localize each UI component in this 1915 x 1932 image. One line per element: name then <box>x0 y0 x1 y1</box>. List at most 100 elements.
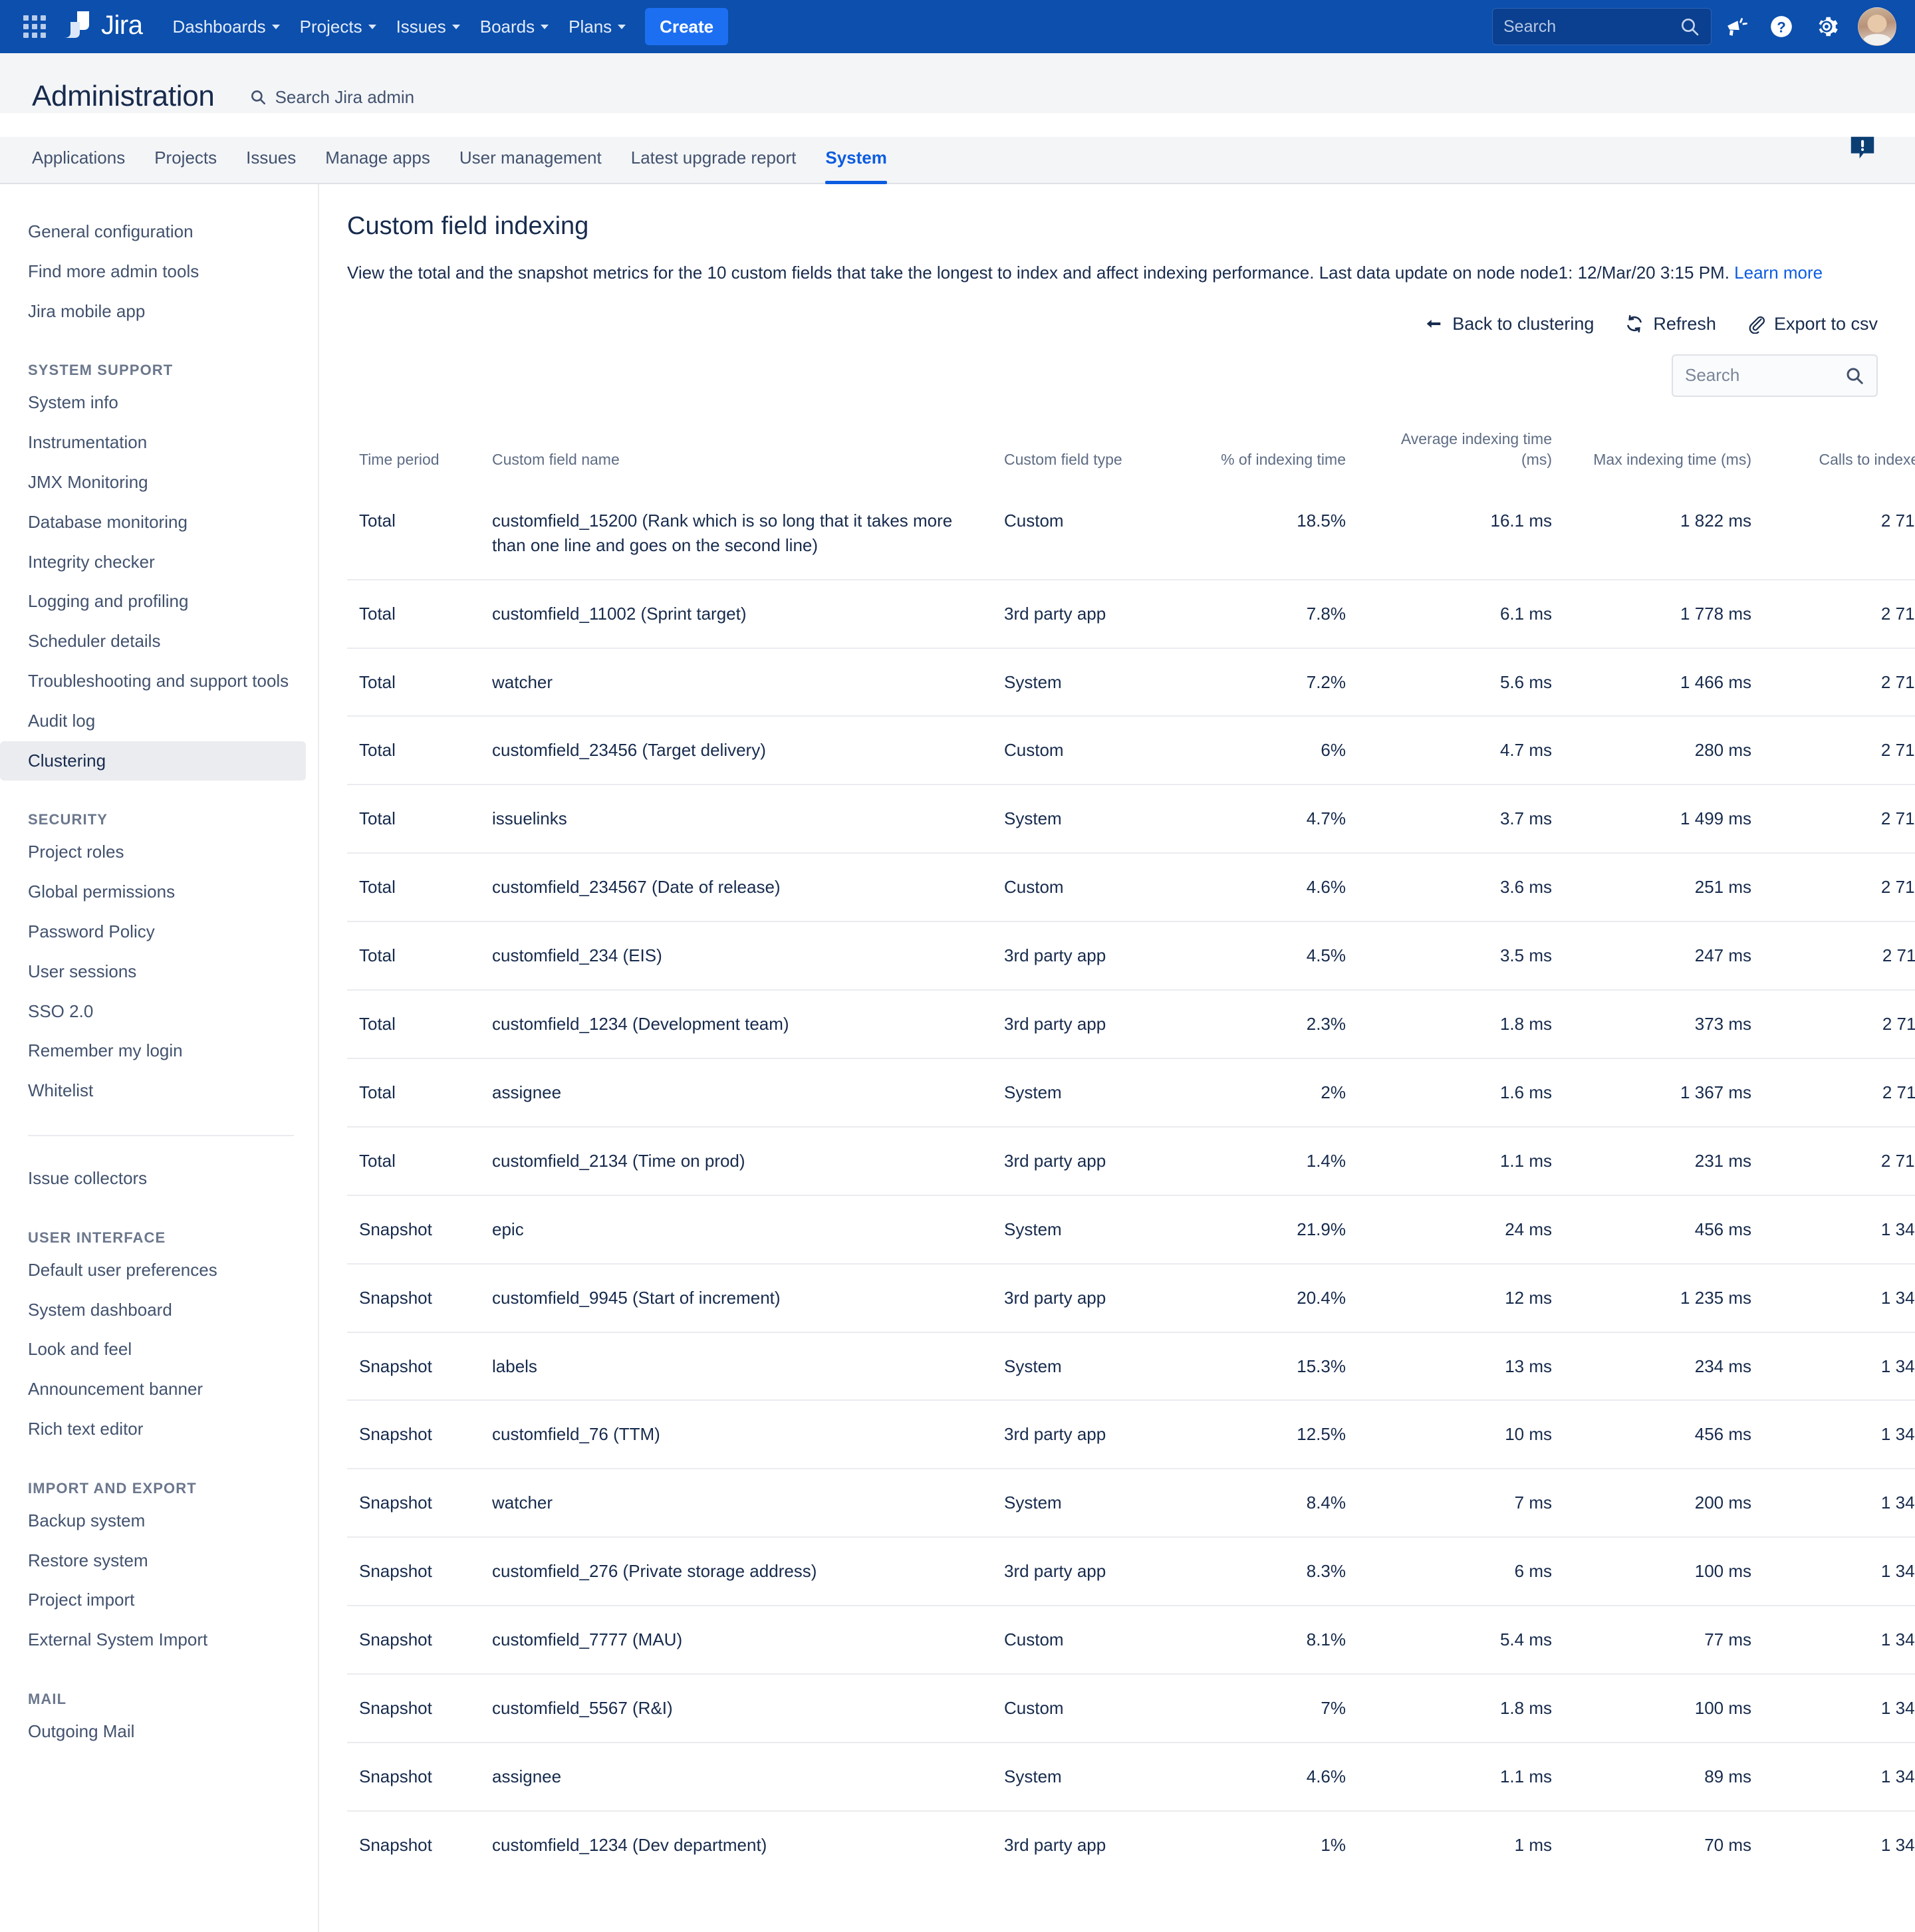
column-header-custom-field-type[interactable]: Custom field type <box>992 420 1192 487</box>
main-content: Custom field indexing View the total and… <box>319 184 1915 1932</box>
refresh-button[interactable]: Refresh <box>1624 314 1716 334</box>
cell-max-indexing-time: 231 ms <box>1564 1126 1763 1195</box>
export-to-csv-button[interactable]: Export to csv <box>1747 314 1878 334</box>
sidebar-item-backup-system[interactable]: Backup system <box>0 1501 306 1541</box>
column-header-percent-of-indexing-time[interactable]: % of indexing time <box>1192 420 1358 487</box>
page-layout: General configuration Find more admin to… <box>0 184 1915 1932</box>
user-avatar[interactable] <box>1858 7 1896 46</box>
sidebar-item-find-more-admin-tools[interactable]: Find more admin tools <box>0 252 306 292</box>
chevron-down-icon <box>451 24 460 29</box>
table-search-row: Search <box>347 354 1878 397</box>
cell-calls-to-indexer: 1 340 <box>1763 1810 1915 1879</box>
announcements-button[interactable] <box>1716 6 1757 47</box>
tab-issues[interactable]: Issues <box>231 137 311 183</box>
cell-custom-field-type: Custom <box>992 852 1192 922</box>
tab-projects[interactable]: Projects <box>140 137 231 183</box>
sidebar-item-issue-collectors[interactable]: Issue collectors <box>0 1159 306 1199</box>
cell-average-indexing-time: 1.6 ms <box>1358 1057 1564 1127</box>
tab-latest-upgrade-report[interactable]: Latest upgrade report <box>616 137 811 183</box>
cell-custom-field-name: assignee <box>480 1057 992 1127</box>
jira-logo[interactable]: Jira <box>63 10 143 43</box>
sidebar-item-sso-2-0[interactable]: SSO 2.0 <box>0 992 306 1032</box>
sidebar-item-logging-and-profiling[interactable]: Logging and profiling <box>0 582 306 622</box>
cell-custom-field-name: customfield_234 (EIS) <box>480 921 992 991</box>
nav-item-issues[interactable]: Issues <box>386 8 470 45</box>
cell-calls-to-indexer: 1 340 <box>1763 1605 1915 1675</box>
admin-search-input[interactable]: Search Jira admin <box>249 87 414 108</box>
sidebar-item-database-monitoring[interactable]: Database monitoring <box>0 503 306 543</box>
sidebar-item-default-user-preferences[interactable]: Default user preferences <box>0 1251 306 1290</box>
sidebar-item-clustering[interactable]: Clustering <box>0 741 306 781</box>
jira-logo-text: Jira <box>101 11 143 40</box>
cell-percent-of-indexing-time: 8.4% <box>1192 1468 1358 1538</box>
settings-button[interactable] <box>1806 6 1847 47</box>
chevron-down-icon <box>618 24 626 29</box>
column-header-time-period[interactable]: Time period <box>347 420 480 487</box>
sidebar-item-whitelist[interactable]: Whitelist <box>0 1071 306 1111</box>
column-header-calls-to-indexer[interactable]: Calls to indexer <box>1763 420 1915 487</box>
sidebar-item-audit-log[interactable]: Audit log <box>0 701 306 741</box>
sidebar-item-remember-my-login[interactable]: Remember my login <box>0 1031 306 1071</box>
help-button[interactable]: ? <box>1761 6 1802 47</box>
sidebar-item-general-configuration[interactable]: General configuration <box>0 212 306 252</box>
cell-max-indexing-time: 456 ms <box>1564 1194 1763 1264</box>
sidebar-item-rich-text-editor[interactable]: Rich text editor <box>0 1409 306 1449</box>
table-row: Snapshot labels System 15.3% 13 ms 234 ms 1 34… <box>347 1331 1915 1401</box>
table-row: TotalassigneeSystem2%1.6 ms1 367 ms2 711 <box>347 1057 1915 1127</box>
nav-item-plans[interactable]: Plans <box>559 8 636 45</box>
global-search-input[interactable]: Search <box>1492 8 1712 45</box>
cell-average-indexing-time: 5.6 ms <box>1358 647 1564 717</box>
cell-max-indexing-time: 89 ms <box>1564 1742 1763 1811</box>
sidebar-item-jira-mobile-app[interactable]: Jira mobile app <box>0 292 306 332</box>
sidebar-item-announcement-banner[interactable]: Announcement banner <box>0 1370 306 1409</box>
cell-custom-field-name: customfield_11002 (Sprint target) <box>480 578 992 648</box>
cell-calls-to-indexer: 1 340 <box>1763 1536 1915 1606</box>
sidebar-item-project-roles[interactable]: Project roles <box>0 832 306 872</box>
create-button[interactable]: Create <box>645 8 729 45</box>
cell-custom-field-name: customfield_23456 (Target delivery) <box>480 715 992 785</box>
app-switcher-icon[interactable] <box>16 8 53 45</box>
sidebar-item-integrity-checker[interactable]: Integrity checker <box>0 543 306 582</box>
tab-manage-apps[interactable]: Manage apps <box>311 137 445 183</box>
admin-notification-button[interactable] <box>1847 133 1878 167</box>
sidebar-section-security: SECURITY <box>28 811 108 828</box>
tab-system[interactable]: System <box>811 137 902 184</box>
content-title: Custom field indexing <box>347 212 589 240</box>
action-label: Back to clustering <box>1452 313 1595 334</box>
sidebar-item-jmx-monitoring[interactable]: JMX Monitoring <box>0 463 306 503</box>
nav-item-dashboards[interactable]: Dashboards <box>162 8 289 45</box>
column-header-custom-field-name[interactable]: Custom field name <box>480 420 992 487</box>
cell-custom-field-name: labels <box>480 1331 992 1401</box>
sidebar-item-user-sessions[interactable]: User sessions <box>0 952 306 992</box>
sidebar-section-system-support: SYSTEM SUPPORT <box>28 362 174 379</box>
sidebar-item-global-permissions[interactable]: Global permissions <box>0 872 306 912</box>
sidebar-item-look-and-feel[interactable]: Look and feel <box>0 1330 306 1370</box>
column-header-max-indexing-time[interactable]: Max indexing time (ms) <box>1564 420 1763 487</box>
table-row: Total customfield_15200 (Rank which is so… <box>347 487 1915 580</box>
sidebar-item-outgoing-mail[interactable]: Outgoing Mail <box>0 1712 306 1752</box>
cell-average-indexing-time: 6.1 ms <box>1358 578 1564 648</box>
nav-item-label: Issues <box>396 16 446 37</box>
tab-user-management[interactable]: User management <box>445 137 616 183</box>
nav-item-projects[interactable]: Projects <box>290 8 386 45</box>
column-header-average-indexing-time[interactable]: Average indexing time (ms) <box>1358 420 1564 487</box>
sidebar-item-system-info[interactable]: System info <box>0 383 306 423</box>
sidebar-item-system-dashboard[interactable]: System dashboard <box>0 1290 306 1330</box>
sidebar-item-troubleshooting-and-support-tools[interactable]: Troubleshooting and support tools <box>0 662 306 701</box>
sidebar-item-scheduler-details[interactable]: Scheduler details <box>0 622 306 662</box>
cell-percent-of-indexing-time: 1.4% <box>1192 1126 1358 1195</box>
cell-custom-field-type: Custom <box>1004 510 1064 531</box>
content-description-text: View the total and the snapshot metrics … <box>347 263 1735 283</box>
tab-applications[interactable]: Applications <box>32 137 140 183</box>
back-to-clustering-button[interactable]: Back to clustering <box>1424 314 1594 334</box>
table-search-input[interactable]: Search <box>1672 354 1878 397</box>
cell-custom-field-type: System <box>992 1331 1192 1401</box>
nav-item-boards[interactable]: Boards <box>470 8 559 45</box>
learn-more-link[interactable]: Learn more <box>1734 263 1823 283</box>
sidebar-item-password-policy[interactable]: Password Policy <box>0 912 306 952</box>
sidebar-item-instrumentation[interactable]: Instrumentation <box>0 423 306 463</box>
sidebar-item-external-system-import[interactable]: External System Import <box>0 1620 306 1660</box>
sidebar-item-project-import[interactable]: Project import <box>0 1580 306 1620</box>
sidebar-item-restore-system[interactable]: Restore system <box>0 1541 306 1581</box>
cell-max-indexing-time: 1 499 ms <box>1564 784 1763 854</box>
